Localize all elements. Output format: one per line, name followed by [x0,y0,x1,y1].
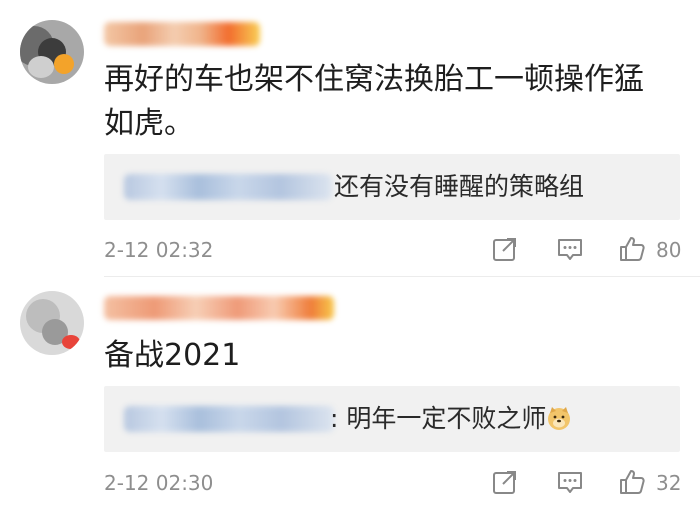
thumbs-up-icon[interactable] [618,235,646,263]
comment-icon[interactable] [556,468,584,496]
comment-icon[interactable] [556,235,584,263]
username-redacted[interactable] [104,296,334,320]
comment-item: 再好的车也架不住窝法换胎工一顿操作猛如虎。 还有没有睡醒的策略组 2-12 02… [0,0,700,276]
like-count: 80 [656,238,682,262]
timestamp: 2-12 02:30 [104,471,214,495]
reply-text: : 明年一定不败之师 [330,404,547,433]
avatar-blur-shape [54,54,74,74]
comment-text: 再好的车也架不住窝法换胎工一顿操作猛如虎。 [104,62,644,141]
doge-emoji [548,407,571,430]
username-redacted[interactable] [104,22,260,46]
reply-username-redacted [124,174,332,200]
avatar-blur-shape [28,56,54,78]
reply-text: 还有没有睡醒的策略组 [334,172,585,201]
like-count: 32 [656,471,682,495]
reply-preview[interactable]: : 明年一定不败之师 [104,386,680,452]
reply-line: : 明年一定不败之师 [330,403,572,435]
share-icon[interactable] [491,468,519,496]
avatar-blur-shape [62,335,80,349]
comment-meta: 2-12 02:32 80 [0,229,700,269]
avatar[interactable] [20,20,84,84]
avatar[interactable] [20,291,84,355]
reply-preview[interactable]: 还有没有睡醒的策略组 [104,154,680,220]
comment-text: 备战2021 [104,338,241,373]
timestamp: 2-12 02:32 [104,238,214,262]
reply-username-redacted [124,406,334,432]
thumbs-up-icon[interactable] [618,468,646,496]
share-icon[interactable] [491,235,519,263]
comment-meta: 2-12 02:30 32 [0,462,700,502]
